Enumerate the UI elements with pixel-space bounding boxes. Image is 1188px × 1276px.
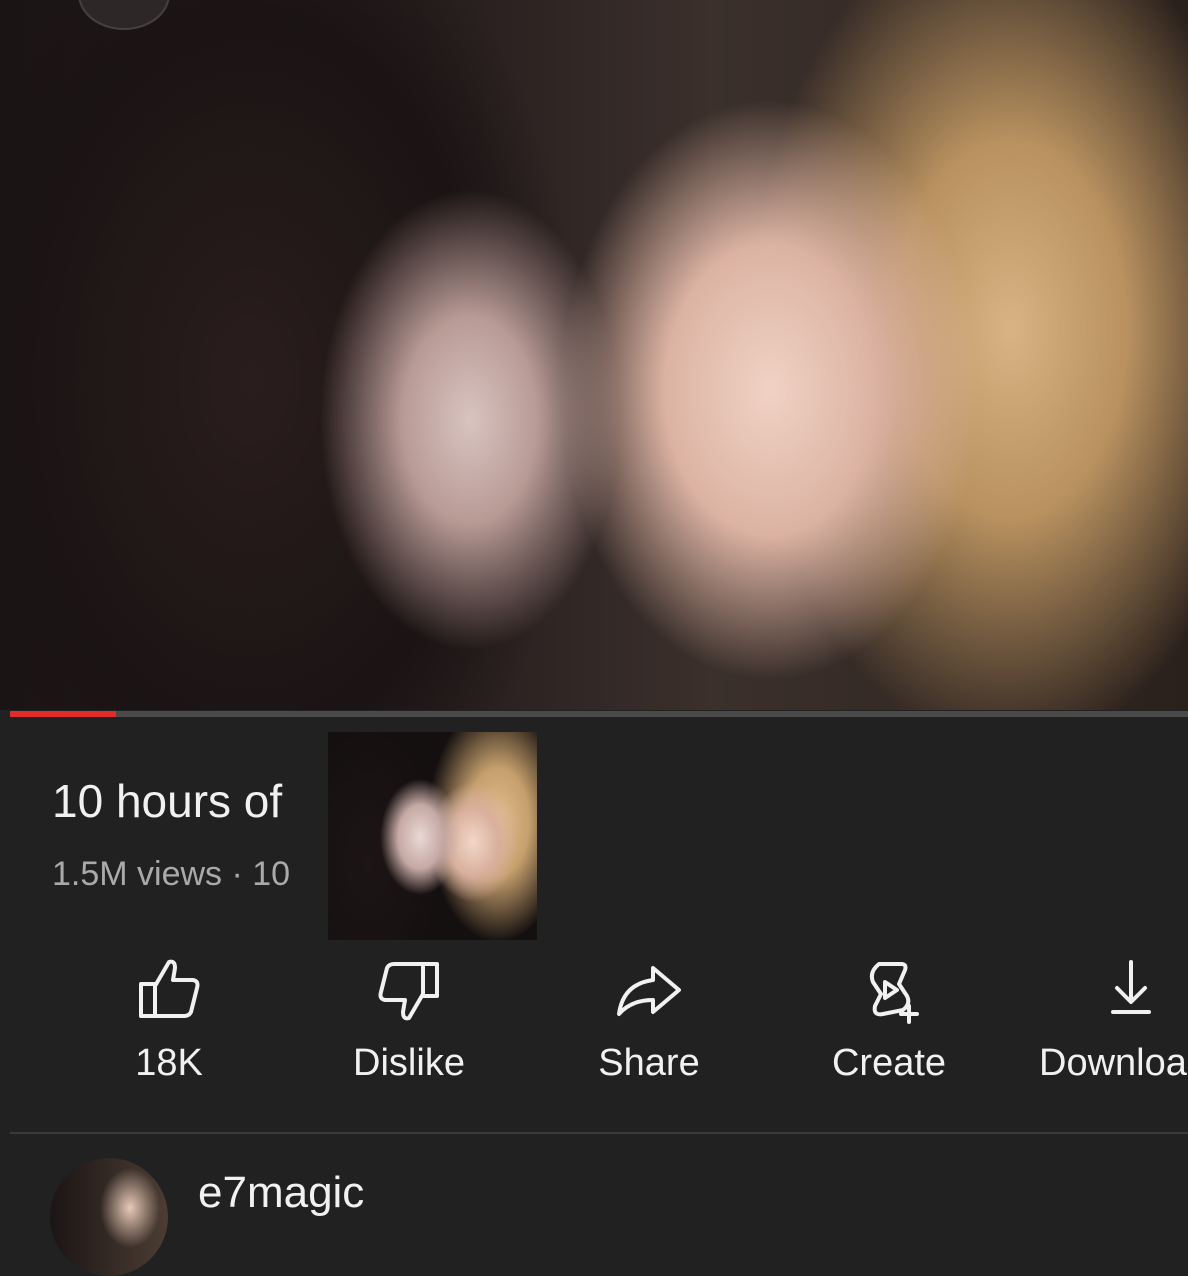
player-control-button[interactable]	[78, 0, 170, 30]
thumbs-down-icon	[378, 962, 439, 1021]
overlay-photo-sticker	[328, 732, 537, 940]
download-button[interactable]: Downloa	[1019, 950, 1188, 1100]
create-label: Create	[831, 1042, 947, 1084]
create-remix-icon	[869, 962, 919, 1024]
share-arrow-icon	[617, 966, 681, 1016]
create-button[interactable]: Create	[779, 950, 999, 1100]
progress-bar-fill	[10, 711, 117, 717]
thumbs-up-icon	[139, 959, 200, 1018]
dislike-button[interactable]: Dislike	[299, 950, 519, 1100]
download-icon	[1111, 960, 1151, 1014]
action-bar: 18K Dislike Share Create Downloa	[0, 950, 1188, 1100]
download-label: Downloa	[1039, 1042, 1187, 1084]
video-title[interactable]: 10 hours of	[52, 774, 282, 828]
channel-name[interactable]: e7magic	[198, 1168, 364, 1218]
video-meta[interactable]: 1.5M views · 10	[52, 855, 290, 894]
like-count: 18K	[135, 1042, 203, 1084]
section-divider	[10, 1132, 1188, 1134]
channel-avatar[interactable]	[50, 1158, 168, 1276]
share-label: Share	[598, 1042, 700, 1084]
share-button[interactable]: Share	[539, 950, 759, 1100]
video-player[interactable]	[0, 0, 1188, 710]
dislike-label: Dislike	[353, 1042, 465, 1084]
progress-bar[interactable]	[10, 711, 1188, 717]
like-button[interactable]: 18K	[59, 950, 279, 1100]
